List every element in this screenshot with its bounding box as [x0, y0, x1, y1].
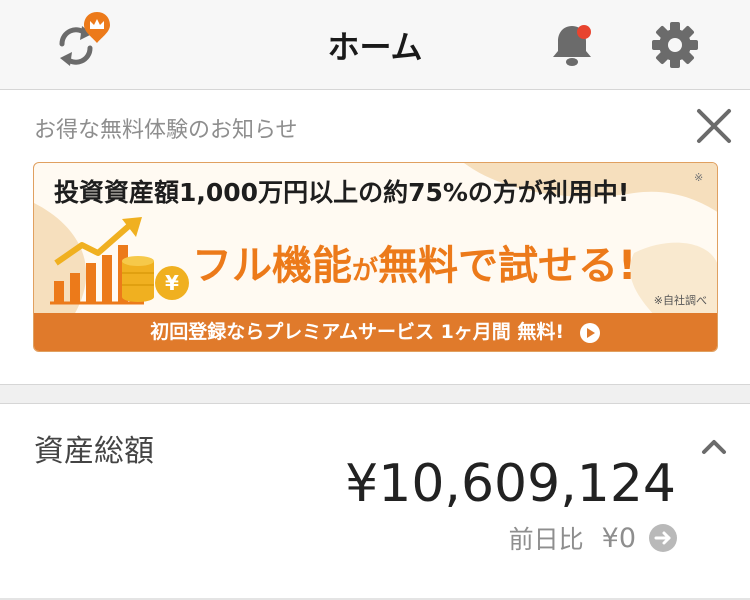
banner-cta-strip[interactable]: 初回登録ならプレミアムサービス 1ヶ月間 無料! — [34, 313, 717, 351]
banner-main-text: フル機能が無料で試せる! — [192, 233, 636, 291]
banner-footnote: ※自社調べ — [653, 294, 707, 307]
svg-text:¥: ¥ — [165, 271, 179, 295]
banner-main-part3: 無料で試せる! — [378, 243, 637, 289]
collapse-button[interactable] — [698, 434, 730, 458]
app-header: ホーム — [0, 0, 750, 90]
banner-asterisk: ※ — [694, 171, 704, 184]
notice-title: お得な無料体験のお知らせ — [34, 118, 298, 143]
day-change-value: ¥0 — [601, 522, 636, 554]
chevron-up-icon — [702, 440, 726, 454]
total-assets-label: 資産総額 — [34, 434, 154, 469]
gear-icon — [652, 22, 698, 68]
bell-icon — [553, 25, 591, 66]
play-arrow-icon — [579, 322, 600, 343]
page-title: ホーム — [327, 28, 423, 66]
section-divider — [0, 384, 750, 404]
premium-trial-banner[interactable]: 投資資産額1,000万円以上の約75%の方が利用中! ※ ¥ フル機能が無料で試… — [33, 162, 718, 352]
notifications-button[interactable] — [548, 22, 596, 68]
banner-main-part1: フル機能 — [192, 243, 352, 289]
growth-chart-coins-icon: ¥ — [50, 217, 189, 305]
total-assets-value: ¥10,609,124 — [345, 454, 676, 514]
close-icon — [697, 109, 731, 143]
arrow-right-circle-icon — [649, 524, 677, 552]
day-change-row[interactable]: 前日比 ¥0 — [509, 520, 678, 556]
total-assets-card[interactable]: 資産総額 ¥10,609,124 前日比 ¥0 — [0, 404, 750, 600]
day-change-label: 前日比 — [508, 525, 584, 554]
banner-main-part2: が — [352, 256, 379, 286]
banner-cta-text: 初回登録ならプレミアムサービス 1ヶ月間 無料! — [150, 321, 565, 343]
close-notice-button[interactable] — [694, 106, 734, 146]
banner-headline: 投資資産額1,000万円以上の約75%の方が利用中! — [54, 178, 630, 207]
settings-button[interactable] — [650, 20, 700, 70]
notification-dot — [577, 25, 591, 39]
